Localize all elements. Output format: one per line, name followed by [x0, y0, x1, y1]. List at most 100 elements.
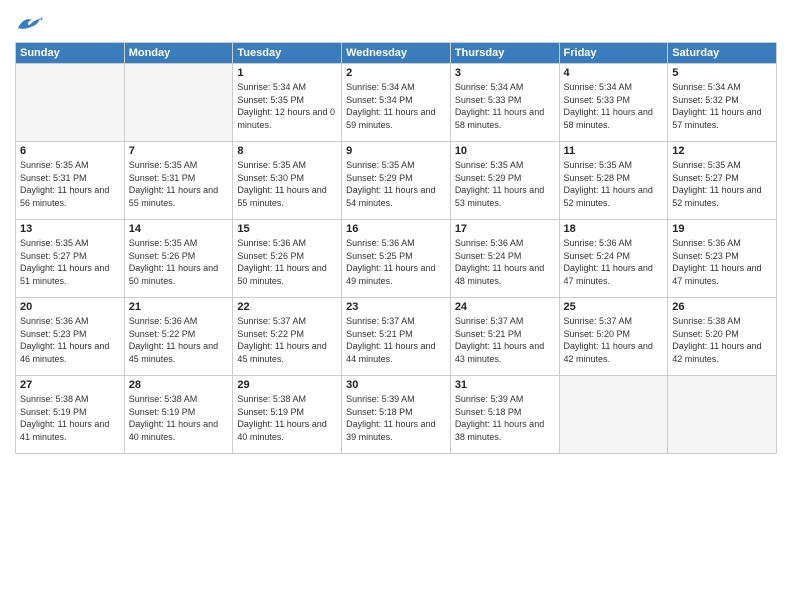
day-info: Sunrise: 5:34 AMSunset: 5:32 PMDaylight:… — [672, 81, 772, 131]
day-number: 20 — [20, 301, 120, 313]
day-number: 15 — [237, 223, 337, 235]
day-info: Sunrise: 5:34 AMSunset: 5:33 PMDaylight:… — [564, 81, 664, 131]
day-info: Sunrise: 5:36 AMSunset: 5:23 PMDaylight:… — [20, 315, 120, 365]
day-number: 4 — [564, 67, 664, 79]
logo-icon — [15, 10, 43, 38]
day-info: Sunrise: 5:35 AMSunset: 5:27 PMDaylight:… — [672, 159, 772, 209]
calendar-cell: 9 Sunrise: 5:35 AMSunset: 5:29 PMDaylight… — [342, 142, 451, 220]
day-info: Sunrise: 5:39 AMSunset: 5:18 PMDaylight:… — [455, 393, 555, 443]
day-info: Sunrise: 5:37 AMSunset: 5:22 PMDaylight:… — [237, 315, 337, 365]
week-row-1: 6 Sunrise: 5:35 AMSunset: 5:31 PMDaylight… — [16, 142, 777, 220]
week-row-2: 13Sunrise: 5:35 AMSunset: 5:27 PMDayligh… — [16, 220, 777, 298]
calendar-cell: 10 Sunrise: 5:35 AMSunset: 5:29 PMDayligh… — [450, 142, 559, 220]
day-number: 31 — [455, 379, 555, 391]
calendar-cell: 14Sunrise: 5:35 AMSunset: 5:26 PMDayligh… — [124, 220, 233, 298]
calendar-cell: 30 Sunrise: 5:39 AMSunset: 5:18 PMDayligh… — [342, 376, 451, 454]
day-info: Sunrise: 5:36 AMSunset: 5:26 PMDaylight:… — [237, 237, 337, 287]
calendar-cell: 17Sunrise: 5:36 AMSunset: 5:24 PMDayligh… — [450, 220, 559, 298]
day-number: 10 — [455, 145, 555, 157]
day-number: 8 — [237, 145, 337, 157]
calendar-cell: 20 Sunrise: 5:36 AMSunset: 5:23 PMDayligh… — [16, 298, 125, 376]
calendar-cell: 12 Sunrise: 5:35 AMSunset: 5:27 PMDayligh… — [668, 142, 777, 220]
day-info: Sunrise: 5:35 AMSunset: 5:31 PMDaylight:… — [20, 159, 120, 209]
day-number: 30 — [346, 379, 446, 391]
day-info: Sunrise: 5:38 AMSunset: 5:19 PMDaylight:… — [237, 393, 337, 443]
calendar-cell: 26 Sunrise: 5:38 AMSunset: 5:20 PMDayligh… — [668, 298, 777, 376]
week-row-3: 20 Sunrise: 5:36 AMSunset: 5:23 PMDayligh… — [16, 298, 777, 376]
day-number: 1 — [237, 67, 337, 79]
day-number: 26 — [672, 301, 772, 313]
calendar-cell — [124, 64, 233, 142]
calendar-cell: 1 Sunrise: 5:34 AMSunset: 5:35 PMDaylight… — [233, 64, 342, 142]
day-number: 6 — [20, 145, 120, 157]
calendar-cell: 29 Sunrise: 5:38 AMSunset: 5:19 PMDayligh… — [233, 376, 342, 454]
calendar-cell: 22 Sunrise: 5:37 AMSunset: 5:22 PMDayligh… — [233, 298, 342, 376]
calendar-cell: 28 Sunrise: 5:38 AMSunset: 5:19 PMDayligh… — [124, 376, 233, 454]
day-number: 9 — [346, 145, 446, 157]
day-info: Sunrise: 5:34 AMSunset: 5:35 PMDaylight:… — [237, 81, 337, 131]
day-number: 17 — [455, 223, 555, 235]
calendar-cell: 15 Sunrise: 5:36 AMSunset: 5:26 PMDayligh… — [233, 220, 342, 298]
calendar-cell: 24Sunrise: 5:37 AMSunset: 5:21 PMDayligh… — [450, 298, 559, 376]
day-number: 23 — [346, 301, 446, 313]
day-number: 2 — [346, 67, 446, 79]
day-header-wednesday: Wednesday — [342, 43, 451, 64]
day-number: 19 — [672, 223, 772, 235]
calendar-cell: 7 Sunrise: 5:35 AMSunset: 5:31 PMDaylight… — [124, 142, 233, 220]
calendar-cell: 13Sunrise: 5:35 AMSunset: 5:27 PMDayligh… — [16, 220, 125, 298]
day-header-friday: Friday — [559, 43, 668, 64]
calendar-cell: 6 Sunrise: 5:35 AMSunset: 5:31 PMDaylight… — [16, 142, 125, 220]
day-number: 22 — [237, 301, 337, 313]
calendar-cell: 27 Sunrise: 5:38 AMSunset: 5:19 PMDayligh… — [16, 376, 125, 454]
day-number: 11 — [564, 145, 664, 157]
calendar-cell: 19 Sunrise: 5:36 AMSunset: 5:23 PMDayligh… — [668, 220, 777, 298]
day-info: Sunrise: 5:38 AMSunset: 5:19 PMDaylight:… — [20, 393, 120, 443]
day-header-tuesday: Tuesday — [233, 43, 342, 64]
day-number: 29 — [237, 379, 337, 391]
calendar-cell: 5 Sunrise: 5:34 AMSunset: 5:32 PMDaylight… — [668, 64, 777, 142]
day-info: Sunrise: 5:39 AMSunset: 5:18 PMDaylight:… — [346, 393, 446, 443]
day-header-monday: Monday — [124, 43, 233, 64]
calendar-cell: 8 Sunrise: 5:35 AMSunset: 5:30 PMDaylight… — [233, 142, 342, 220]
calendar-cell: 31 Sunrise: 5:39 AMSunset: 5:18 PMDayligh… — [450, 376, 559, 454]
day-info: Sunrise: 5:37 AMSunset: 5:21 PMDaylight:… — [346, 315, 446, 365]
header — [15, 10, 777, 38]
day-info: Sunrise: 5:35 AMSunset: 5:29 PMDaylight:… — [455, 159, 555, 209]
day-number: 7 — [129, 145, 229, 157]
day-header-sunday: Sunday — [16, 43, 125, 64]
calendar-cell: 23 Sunrise: 5:37 AMSunset: 5:21 PMDayligh… — [342, 298, 451, 376]
day-info: Sunrise: 5:37 AMSunset: 5:20 PMDaylight:… — [564, 315, 664, 365]
calendar-cell — [16, 64, 125, 142]
day-number: 16 — [346, 223, 446, 235]
day-number: 14 — [129, 223, 229, 235]
day-number: 28 — [129, 379, 229, 391]
calendar-cell — [668, 376, 777, 454]
day-info: Sunrise: 5:37 AMSunset: 5:21 PMDaylight:… — [455, 315, 555, 365]
day-info: Sunrise: 5:36 AMSunset: 5:25 PMDaylight:… — [346, 237, 446, 287]
day-number: 12 — [672, 145, 772, 157]
page: SundayMondayTuesdayWednesdayThursdayFrid… — [0, 0, 792, 612]
calendar-table: SundayMondayTuesdayWednesdayThursdayFrid… — [15, 42, 777, 454]
day-info: Sunrise: 5:34 AMSunset: 5:34 PMDaylight:… — [346, 81, 446, 131]
day-number: 18 — [564, 223, 664, 235]
day-info: Sunrise: 5:36 AMSunset: 5:22 PMDaylight:… — [129, 315, 229, 365]
day-number: 25 — [564, 301, 664, 313]
day-info: Sunrise: 5:38 AMSunset: 5:19 PMDaylight:… — [129, 393, 229, 443]
day-info: Sunrise: 5:36 AMSunset: 5:23 PMDaylight:… — [672, 237, 772, 287]
calendar-cell — [559, 376, 668, 454]
day-number: 13 — [20, 223, 120, 235]
day-info: Sunrise: 5:35 AMSunset: 5:31 PMDaylight:… — [129, 159, 229, 209]
day-number: 21 — [129, 301, 229, 313]
logo — [15, 10, 46, 38]
day-number: 27 — [20, 379, 120, 391]
day-header-thursday: Thursday — [450, 43, 559, 64]
calendar-cell: 18Sunrise: 5:36 AMSunset: 5:24 PMDayligh… — [559, 220, 668, 298]
calendar-cell: 21 Sunrise: 5:36 AMSunset: 5:22 PMDayligh… — [124, 298, 233, 376]
day-info: Sunrise: 5:35 AMSunset: 5:30 PMDaylight:… — [237, 159, 337, 209]
week-row-0: 1 Sunrise: 5:34 AMSunset: 5:35 PMDaylight… — [16, 64, 777, 142]
day-header-saturday: Saturday — [668, 43, 777, 64]
day-info: Sunrise: 5:38 AMSunset: 5:20 PMDaylight:… — [672, 315, 772, 365]
day-number: 5 — [672, 67, 772, 79]
calendar-cell: 3Sunrise: 5:34 AMSunset: 5:33 PMDaylight… — [450, 64, 559, 142]
day-info: Sunrise: 5:35 AMSunset: 5:29 PMDaylight:… — [346, 159, 446, 209]
